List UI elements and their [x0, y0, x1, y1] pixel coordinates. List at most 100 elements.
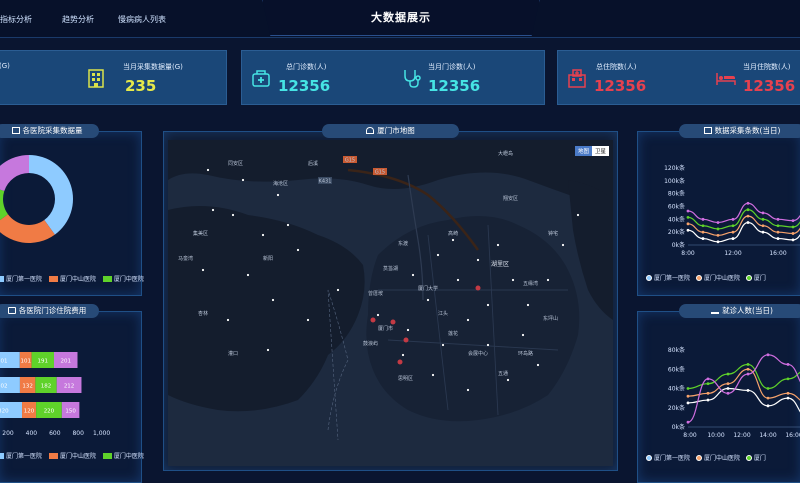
- map-place-label: 灌口: [228, 350, 238, 357]
- map-marker-dot: [526, 303, 530, 307]
- map-district-label: 湖里区: [491, 261, 510, 268]
- legend-label[interactable]: 厦门中医院: [114, 453, 144, 460]
- map-type-map-button[interactable]: 地图: [574, 146, 592, 156]
- map-place-label: 莲花: [448, 330, 458, 337]
- series-point: [761, 224, 765, 228]
- map-marker-dot: [206, 168, 210, 172]
- x-tick-label: 14:00: [759, 432, 776, 439]
- legend-label[interactable]: 厦门中山医院: [704, 455, 740, 462]
- legend-label[interactable]: 厦门中医院: [114, 276, 144, 283]
- series-point: [791, 219, 795, 223]
- series-line: [687, 202, 800, 224]
- series-point: [791, 238, 795, 242]
- legend-swatch: [0, 276, 4, 282]
- legend-label[interactable]: 厦门第一医院: [654, 275, 690, 282]
- y-tick-label: 0k条: [672, 423, 685, 431]
- map-location-pin: [403, 337, 409, 343]
- x-tick-label: 8:00: [681, 250, 695, 257]
- line2-legend: 厦门第一医院 厦门中山医院 厦门: [646, 453, 766, 462]
- legend-marker: [745, 455, 752, 461]
- y-tick-label: 60k条: [668, 365, 685, 373]
- legend-label[interactable]: 厦门中山医院: [60, 276, 96, 283]
- stat-value: 235: [125, 77, 157, 95]
- x-tick-label: 800: [72, 430, 84, 437]
- map-marker-dot: [276, 193, 280, 197]
- chart-icon: [7, 307, 16, 314]
- series-line: [687, 363, 800, 390]
- line1-legend: 厦门第一医院 厦门中山医院 厦门: [646, 273, 766, 282]
- y-tick-label: 40k条: [668, 215, 685, 223]
- map-location-pin: [397, 359, 403, 365]
- stat-card-inpatient: 总住院数(人) 12356 当月住院数(人) 12356: [557, 50, 800, 105]
- legend-label[interactable]: 厦门: [754, 455, 766, 462]
- bar-value-label: 191: [38, 359, 49, 365]
- series-point: [746, 221, 750, 224]
- people-icon: [711, 307, 720, 314]
- panel-title: 就诊人数(当日): [679, 304, 800, 318]
- panel-xiamen-map: 厦门市地图 G15 G15 K431 厦门市 鼓浪屿 思明区 大嶝岛 同安区 集美区 海沧区 翔安区…: [163, 124, 618, 471]
- legend-label[interactable]: 厦门第一医院: [654, 455, 690, 462]
- series-point: [726, 387, 730, 390]
- map-marker-dot: [436, 253, 440, 257]
- bar-value-label: 101: [20, 359, 31, 365]
- stat-value: 12356: [594, 77, 647, 95]
- map-type-satellite-button[interactable]: 卫星: [591, 146, 609, 156]
- series-point: [776, 224, 780, 228]
- series-point: [786, 377, 790, 381]
- series-point: [701, 230, 705, 234]
- legend-label[interactable]: 厦门第一医院: [6, 453, 42, 460]
- map-place-label: 曾厝垵: [368, 290, 383, 297]
- stat-label: 当月住院数(人): [743, 63, 791, 71]
- panel-title-text: 各医院门诊住院费用: [18, 306, 87, 315]
- map-marker-dot: [286, 223, 290, 227]
- stat-total-data: (G): [0, 51, 79, 106]
- map-place-label: 海沧区: [273, 180, 288, 187]
- building-icon: [88, 69, 104, 88]
- stat-label: (G): [0, 62, 10, 70]
- series-point: [776, 237, 780, 240]
- legend-swatch: [102, 276, 112, 282]
- series-point: [686, 387, 690, 390]
- x-tick-label: 600: [49, 430, 61, 437]
- stacked-bar-chart: 301 101 191 201 302 132 182 212 320 120 220 150 200 4…: [0, 352, 110, 437]
- bar-value-label: 302: [0, 384, 8, 390]
- map-place-label: 大嶝岛: [498, 150, 513, 157]
- map-marker-dot: [211, 208, 215, 212]
- map-place-label: 思明区: [398, 376, 413, 382]
- map-marker-dot: [536, 363, 540, 367]
- map-place-label: 东渡: [398, 240, 408, 247]
- series-point: [686, 216, 690, 219]
- y-tick-label: 80k条: [668, 190, 685, 198]
- xiamen-map[interactable]: G15 G15 K431 厦门市鼓浪屿思明区 大嶝岛同安区集美区 海沧区翔安区东渡 高崎五缘…: [168, 140, 613, 466]
- legend-label[interactable]: 厦门第一医院: [6, 276, 42, 283]
- nav-item-indicator-analysis[interactable]: 指标分析: [0, 14, 32, 25]
- panel-title-text: 厦门市地图: [377, 126, 415, 135]
- map-location-pin: [370, 317, 376, 323]
- map-marker-dot: [506, 378, 510, 382]
- legend-label[interactable]: 厦门: [754, 275, 766, 282]
- map-type-switch: 地图 卫星: [574, 146, 609, 156]
- series-point: [746, 363, 750, 366]
- series-point: [716, 240, 720, 244]
- line-chart-visits: 0k条 20k条 40k条 60k条 80k条 8:00 10:00 12:00 14:00 16…: [668, 346, 800, 439]
- series-point: [706, 382, 710, 386]
- legend-swatch: [48, 453, 58, 459]
- legend-label[interactable]: 厦门中山医院: [60, 453, 96, 460]
- map-place-label: 环岛路: [518, 350, 533, 357]
- nav-item-trend-analysis[interactable]: 趋势分析: [62, 14, 94, 25]
- map-marker-dot: [261, 233, 265, 237]
- donut-chart: [0, 155, 73, 243]
- legend-label[interactable]: 厦门中山医院: [704, 275, 740, 282]
- map-user-icon: [366, 127, 375, 134]
- y-tick-label: 80k条: [668, 346, 685, 354]
- nav-item-chronic-patient-list[interactable]: 慢病病人列表: [118, 14, 166, 25]
- map-marker-dot: [561, 243, 565, 247]
- map-marker-dot: [426, 298, 430, 302]
- panel-title: 厦门市地图: [322, 124, 459, 138]
- series-point: [686, 209, 690, 213]
- map-place-label: 同安区: [228, 160, 243, 167]
- map-marker-dot: [231, 213, 235, 217]
- x-tick-label: 16:00: [785, 432, 800, 439]
- top-nav-bar: 指标分析 趋势分析 慢病病人列表 大数据展示: [0, 0, 800, 38]
- bar-value-label: 150: [65, 409, 76, 415]
